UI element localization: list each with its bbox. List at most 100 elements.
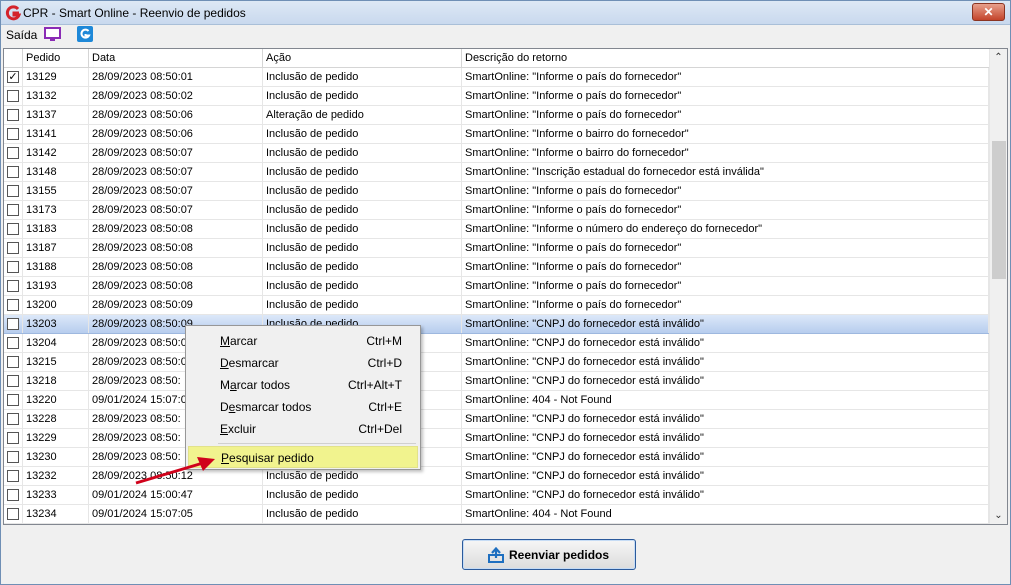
- header-acao[interactable]: Ação: [263, 49, 462, 68]
- header-checkbox-col[interactable]: [4, 49, 23, 68]
- row-checkbox-cell[interactable]: [4, 201, 23, 219]
- row-checkbox[interactable]: [7, 223, 19, 235]
- row-checkbox[interactable]: [7, 318, 19, 330]
- cell-pedido: 13220: [23, 391, 89, 409]
- row-checkbox-cell[interactable]: [4, 106, 23, 124]
- table-row[interactable]: ✓ 13129 28/09/2023 08:50:01 Inclusão de ped…: [4, 68, 989, 87]
- scroll-thumb[interactable]: [992, 141, 1006, 279]
- row-checkbox[interactable]: [7, 489, 19, 501]
- table-row[interactable]: 13142 28/09/2023 08:50:07 Inclusão de pedi…: [4, 144, 989, 163]
- row-checkbox-cell[interactable]: [4, 258, 23, 276]
- menu-item-excluir[interactable]: Excluir Ctrl+Del: [188, 418, 418, 440]
- row-checkbox-cell[interactable]: [4, 315, 23, 333]
- table-row[interactable]: 13148 28/09/2023 08:50:07 Inclusão de pedi…: [4, 163, 989, 182]
- table-row[interactable]: 13183 28/09/2023 08:50:08 Inclusão de pedi…: [4, 220, 989, 239]
- cell-descricao: SmartOnline: "CNPJ do fornecedor está in…: [462, 486, 989, 504]
- row-checkbox[interactable]: [7, 166, 19, 178]
- row-checkbox[interactable]: [7, 451, 19, 463]
- table-row[interactable]: 13155 28/09/2023 08:50:07 Inclusão de pedi…: [4, 182, 989, 201]
- table-row[interactable]: 13193 28/09/2023 08:50:08 Inclusão de pedi…: [4, 277, 989, 296]
- row-checkbox[interactable]: [7, 432, 19, 444]
- menu-item-desmarcar[interactable]: Desmarcar Ctrl+D: [188, 352, 418, 374]
- cell-descricao: SmartOnline: "CNPJ do fornecedor está in…: [462, 410, 989, 428]
- row-checkbox[interactable]: [7, 280, 19, 292]
- reenviar-pedidos-button[interactable]: Reenviar pedidos: [462, 539, 636, 570]
- table-row[interactable]: 13173 28/09/2023 08:50:07 Inclusão de pedi…: [4, 201, 989, 220]
- vertical-scrollbar[interactable]: ⌃ ⌄: [989, 49, 1007, 524]
- row-checkbox[interactable]: [7, 299, 19, 311]
- row-checkbox-cell[interactable]: [4, 163, 23, 181]
- row-checkbox[interactable]: [7, 375, 19, 387]
- menu-saida[interactable]: Saída: [6, 28, 37, 42]
- table-row[interactable]: 13137 28/09/2023 08:50:06 Alteração de ped…: [4, 106, 989, 125]
- close-button[interactable]: ✕: [972, 3, 1005, 21]
- row-checkbox[interactable]: [7, 261, 19, 273]
- g-logo-icon[interactable]: [77, 26, 93, 42]
- row-checkbox-cell[interactable]: [4, 448, 23, 466]
- cell-acao: Inclusão de pedido: [263, 505, 462, 523]
- row-checkbox-cell[interactable]: [4, 125, 23, 143]
- row-checkbox-cell[interactable]: [4, 429, 23, 447]
- row-checkbox[interactable]: [7, 147, 19, 159]
- row-checkbox-cell[interactable]: [4, 353, 23, 371]
- table-row[interactable]: 13215 28/09/2023 08:50:0 SmartOnline: "CNP…: [4, 353, 989, 372]
- cell-acao: Inclusão de pedido: [263, 125, 462, 143]
- menu-item-pesquisar-pedido[interactable]: Pesquisar pedido: [188, 446, 418, 468]
- upload-icon: [488, 547, 504, 563]
- row-checkbox-cell[interactable]: ✓: [4, 68, 23, 86]
- menu-item-marcar-todos[interactable]: Marcar todos Ctrl+Alt+T: [188, 374, 418, 396]
- table-row[interactable]: 13220 09/01/2024 15:07:0 SmartOnline: 404 …: [4, 391, 989, 410]
- table-row[interactable]: 13218 28/09/2023 08:50: SmartOnline: "CNPJ…: [4, 372, 989, 391]
- row-checkbox-cell[interactable]: [4, 87, 23, 105]
- row-checkbox-cell[interactable]: [4, 467, 23, 485]
- row-checkbox[interactable]: ✓: [7, 71, 19, 83]
- row-checkbox[interactable]: [7, 470, 19, 482]
- cell-pedido: 13203: [23, 315, 89, 333]
- row-checkbox-cell[interactable]: [4, 391, 23, 409]
- row-checkbox[interactable]: [7, 413, 19, 425]
- header-descricao[interactable]: Descrição do retorno: [462, 49, 989, 68]
- row-checkbox[interactable]: [7, 109, 19, 121]
- row-checkbox-cell[interactable]: [4, 505, 23, 523]
- scroll-down-icon[interactable]: ⌄: [990, 507, 1007, 524]
- row-checkbox[interactable]: [7, 242, 19, 254]
- header-data[interactable]: Data: [89, 49, 263, 68]
- cell-descricao: SmartOnline: "Inscrição estadual do forn…: [462, 163, 989, 181]
- table-row[interactable]: 13188 28/09/2023 08:50:08 Inclusão de pedi…: [4, 258, 989, 277]
- row-checkbox[interactable]: [7, 185, 19, 197]
- table-row[interactable]: 13187 28/09/2023 08:50:08 Inclusão de pedi…: [4, 239, 989, 258]
- cell-pedido: 13193: [23, 277, 89, 295]
- monitor-icon[interactable]: [44, 27, 61, 42]
- row-checkbox[interactable]: [7, 204, 19, 216]
- scroll-up-icon[interactable]: ⌃: [990, 49, 1007, 66]
- row-checkbox-cell[interactable]: [4, 372, 23, 390]
- table-row[interactable]: 13203 28/09/2023 08:50:09 Inclusão de pedi…: [4, 315, 989, 334]
- row-checkbox-cell[interactable]: [4, 486, 23, 504]
- row-checkbox[interactable]: [7, 337, 19, 349]
- table-row[interactable]: 13229 28/09/2023 08:50: SmartOnline: "CNPJ…: [4, 429, 989, 448]
- table-row[interactable]: 13234 09/01/2024 15:07:05 Inclusão de pedi…: [4, 505, 989, 524]
- row-checkbox-cell[interactable]: [4, 296, 23, 314]
- row-checkbox-cell[interactable]: [4, 277, 23, 295]
- table-row[interactable]: 13141 28/09/2023 08:50:06 Inclusão de pedi…: [4, 125, 989, 144]
- menu-item-desmarcar-todos[interactable]: Desmarcar todos Ctrl+E: [188, 396, 418, 418]
- row-checkbox-cell[interactable]: [4, 144, 23, 162]
- table-row[interactable]: 13132 28/09/2023 08:50:02 Inclusão de pedi…: [4, 87, 989, 106]
- row-checkbox-cell[interactable]: [4, 410, 23, 428]
- row-checkbox[interactable]: [7, 356, 19, 368]
- row-checkbox[interactable]: [7, 128, 19, 140]
- row-checkbox-cell[interactable]: [4, 334, 23, 352]
- menu-item-marcar[interactable]: Marcar Ctrl+M: [188, 330, 418, 352]
- row-checkbox[interactable]: [7, 508, 19, 520]
- title-bar[interactable]: CPR - Smart Online - Reenvio de pedidos …: [1, 1, 1010, 25]
- row-checkbox[interactable]: [7, 90, 19, 102]
- row-checkbox-cell[interactable]: [4, 220, 23, 238]
- row-checkbox-cell[interactable]: [4, 239, 23, 257]
- header-pedido[interactable]: Pedido: [23, 49, 89, 68]
- table-row[interactable]: 13200 28/09/2023 08:50:09 Inclusão de pedi…: [4, 296, 989, 315]
- table-row[interactable]: 13228 28/09/2023 08:50: SmartOnline: "CNPJ…: [4, 410, 989, 429]
- row-checkbox-cell[interactable]: [4, 182, 23, 200]
- row-checkbox[interactable]: [7, 394, 19, 406]
- cell-pedido: 13215: [23, 353, 89, 371]
- table-row[interactable]: 13204 28/09/2023 08:50:0 SmartOnline: "CNP…: [4, 334, 989, 353]
